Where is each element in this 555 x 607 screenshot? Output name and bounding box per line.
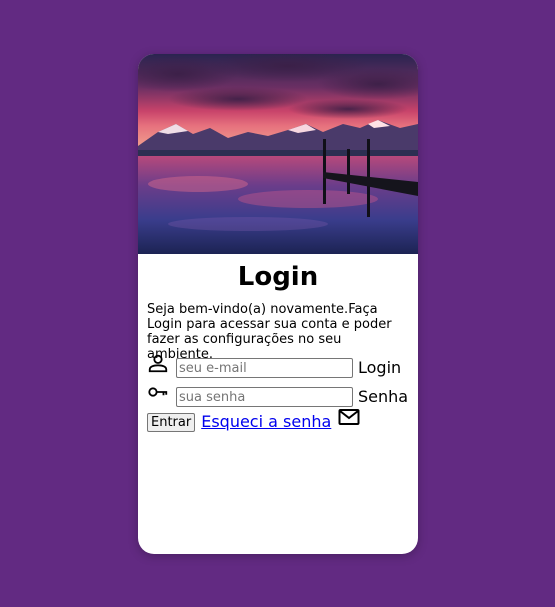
submit-button[interactable]: Entrar xyxy=(147,413,196,432)
mail-icon xyxy=(337,405,361,429)
password-field[interactable] xyxy=(176,387,353,407)
hero-image xyxy=(138,54,418,254)
forgot-password-link[interactable]: Esqueci a senha xyxy=(201,412,331,431)
email-row: Login xyxy=(147,348,401,378)
key-icon xyxy=(147,381,169,403)
actions-row: Entrar Esqueci a senha xyxy=(147,405,361,432)
user-icon xyxy=(147,352,169,374)
password-label: Senha xyxy=(358,386,409,406)
page-title: Login xyxy=(237,262,319,292)
login-card: Login Seja bem-vindo(a) novamente.Faça L… xyxy=(138,54,418,554)
email-label: Login xyxy=(358,357,402,377)
email-field[interactable] xyxy=(176,358,353,378)
password-row: Senha xyxy=(147,377,408,407)
